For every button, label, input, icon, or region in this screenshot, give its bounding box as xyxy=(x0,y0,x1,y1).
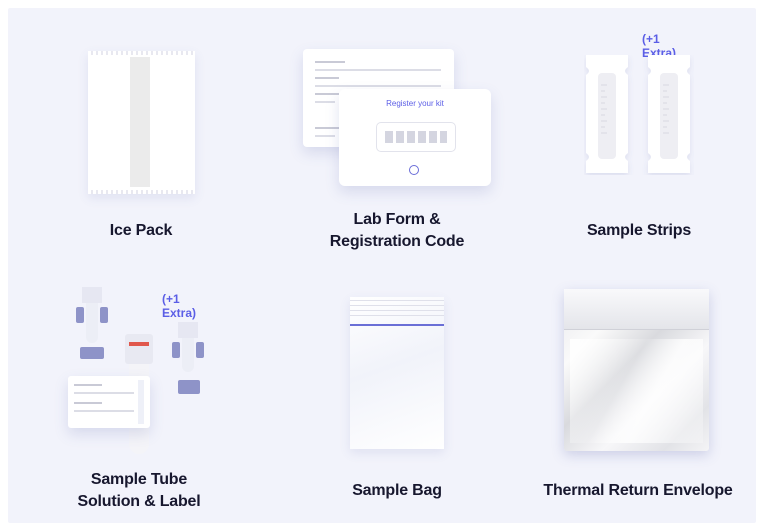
tube-label-card xyxy=(68,376,150,428)
sample-tube-label-line2: Solution & Label xyxy=(77,493,201,510)
lab-form-label-line1: Lab Form & xyxy=(353,211,441,228)
sample-bag-image xyxy=(350,297,444,449)
sample-strips-label: Sample Strips xyxy=(586,222,692,239)
sample-tube-label-line1: Sample Tube xyxy=(90,471,188,488)
registration-code-box xyxy=(376,122,456,152)
sample-tube-extra: (+1 Extra) xyxy=(162,292,197,320)
sample-bag-label: Sample Bag xyxy=(352,482,442,499)
thermal-envelope-label: Thermal Return Envelope xyxy=(543,482,733,499)
register-kit-title: Register your kit xyxy=(386,99,444,108)
ice-pack-image xyxy=(88,51,195,194)
ice-pack-label: Ice Pack xyxy=(109,222,173,239)
registration-code-card: Register your kit xyxy=(339,89,491,186)
lab-form-label-line2: Registration Code xyxy=(329,233,465,250)
sample-strips-image xyxy=(586,55,690,173)
thermal-envelope-image xyxy=(564,289,709,451)
fingerprint-icon xyxy=(409,165,419,175)
